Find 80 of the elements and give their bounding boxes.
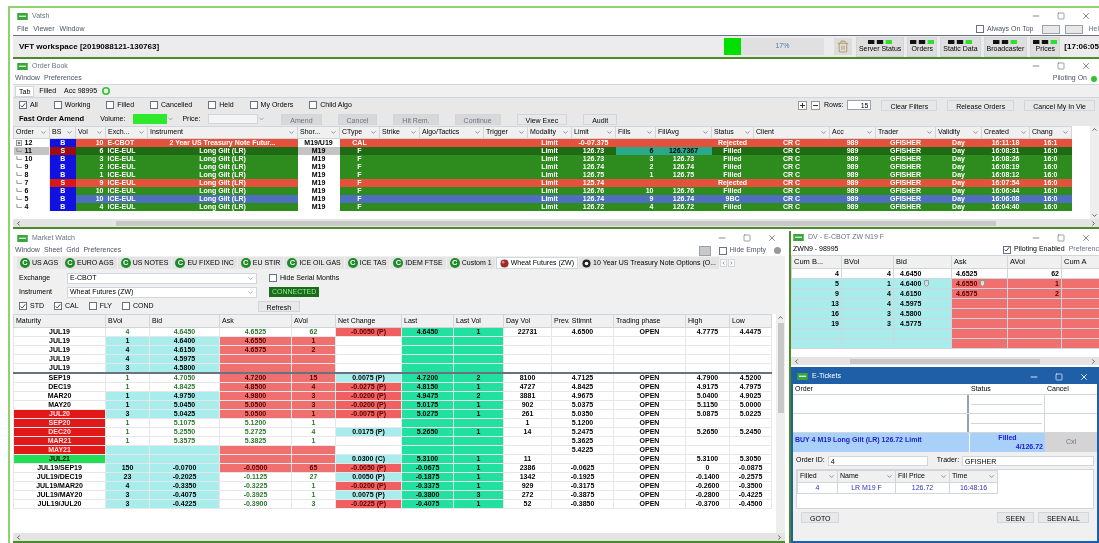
status-lights-icon bbox=[910, 40, 935, 44]
add-tab-icon[interactable] bbox=[102, 87, 111, 95]
table-cell bbox=[453, 354, 504, 364]
close-icon[interactable] bbox=[1081, 11, 1091, 21]
table-cell bbox=[729, 418, 772, 428]
table-cell bbox=[551, 345, 614, 355]
table-cell bbox=[503, 436, 552, 446]
table-cell bbox=[453, 363, 504, 373]
table-cell bbox=[729, 345, 772, 355]
table-cell bbox=[551, 336, 614, 346]
chat-button[interactable] bbox=[1042, 24, 1061, 34]
maximize-icon[interactable] bbox=[1057, 233, 1065, 242]
table-cell bbox=[401, 418, 454, 428]
table-cell bbox=[453, 436, 504, 446]
window-icon bbox=[793, 234, 804, 241]
checkmark-icon bbox=[55, 302, 61, 310]
workspace-title: VFT workspace [2019088121-130763] bbox=[19, 40, 160, 53]
table-cell bbox=[729, 445, 772, 455]
checkmark-icon bbox=[1004, 246, 1011, 253]
table-cell bbox=[729, 436, 772, 446]
window-icon bbox=[17, 12, 28, 20]
table-cell bbox=[453, 336, 504, 346]
close-icon[interactable] bbox=[767, 233, 777, 243]
table-cell bbox=[401, 436, 454, 446]
table-cell bbox=[685, 445, 730, 455]
scroll-right-icon[interactable] bbox=[728, 259, 735, 267]
table-cell bbox=[685, 354, 730, 364]
table-cell bbox=[401, 363, 454, 373]
table-cell bbox=[685, 436, 730, 446]
table-cell bbox=[685, 418, 730, 428]
table-cell bbox=[551, 454, 614, 464]
close-icon[interactable] bbox=[1081, 232, 1091, 243]
lock-button[interactable] bbox=[1065, 24, 1084, 34]
table-cell bbox=[729, 354, 772, 364]
expand-icon[interactable] bbox=[15, 139, 22, 146]
trash-icon[interactable] bbox=[833, 38, 852, 55]
table-cell bbox=[551, 354, 614, 364]
table-cell bbox=[685, 345, 730, 355]
maximize-icon[interactable] bbox=[1057, 12, 1065, 20]
table-cell bbox=[453, 345, 504, 355]
volume-field[interactable] bbox=[133, 114, 168, 124]
checkmark-icon bbox=[20, 302, 26, 310]
status-lights-icon bbox=[868, 40, 893, 44]
table-cell bbox=[729, 336, 772, 346]
price-field[interactable] bbox=[208, 114, 259, 124]
edit-button[interactable] bbox=[698, 245, 711, 256]
minus-icon[interactable] bbox=[811, 100, 820, 110]
status-lights-icon bbox=[1033, 40, 1058, 44]
window-icon bbox=[17, 62, 28, 70]
maximize-icon[interactable] bbox=[1057, 62, 1065, 70]
close-icon[interactable] bbox=[1081, 61, 1091, 71]
maximize-icon[interactable] bbox=[743, 234, 751, 242]
ball-icon bbox=[499, 258, 509, 268]
table-cell bbox=[401, 445, 454, 455]
table-cell bbox=[551, 363, 614, 373]
clock: [17:06:05 bbox=[1064, 40, 1099, 53]
table-cell bbox=[503, 336, 552, 346]
status-lights-icon bbox=[993, 40, 1018, 44]
table-cell bbox=[503, 354, 552, 364]
dot-icon bbox=[582, 258, 592, 268]
table-cell bbox=[401, 336, 454, 346]
spinner-icon[interactable] bbox=[167, 115, 175, 123]
spinner-icon[interactable] bbox=[258, 115, 266, 123]
window-icon bbox=[17, 234, 28, 242]
window-icon bbox=[797, 373, 808, 380]
table-cell bbox=[503, 445, 552, 455]
table-cell bbox=[453, 445, 504, 455]
table-cell bbox=[685, 336, 730, 346]
status-lights-icon bbox=[948, 40, 973, 44]
table-cell bbox=[729, 363, 772, 373]
table-cell bbox=[685, 363, 730, 373]
scroll-left-icon[interactable] bbox=[720, 259, 727, 267]
plus-icon[interactable] bbox=[798, 100, 807, 110]
table-cell bbox=[401, 354, 454, 364]
table-cell bbox=[453, 418, 504, 428]
close-icon[interactable] bbox=[1079, 371, 1089, 382]
table-cell bbox=[401, 345, 454, 355]
table-cell bbox=[503, 345, 552, 355]
checkmark-icon bbox=[20, 101, 26, 109]
table-cell bbox=[503, 363, 552, 373]
